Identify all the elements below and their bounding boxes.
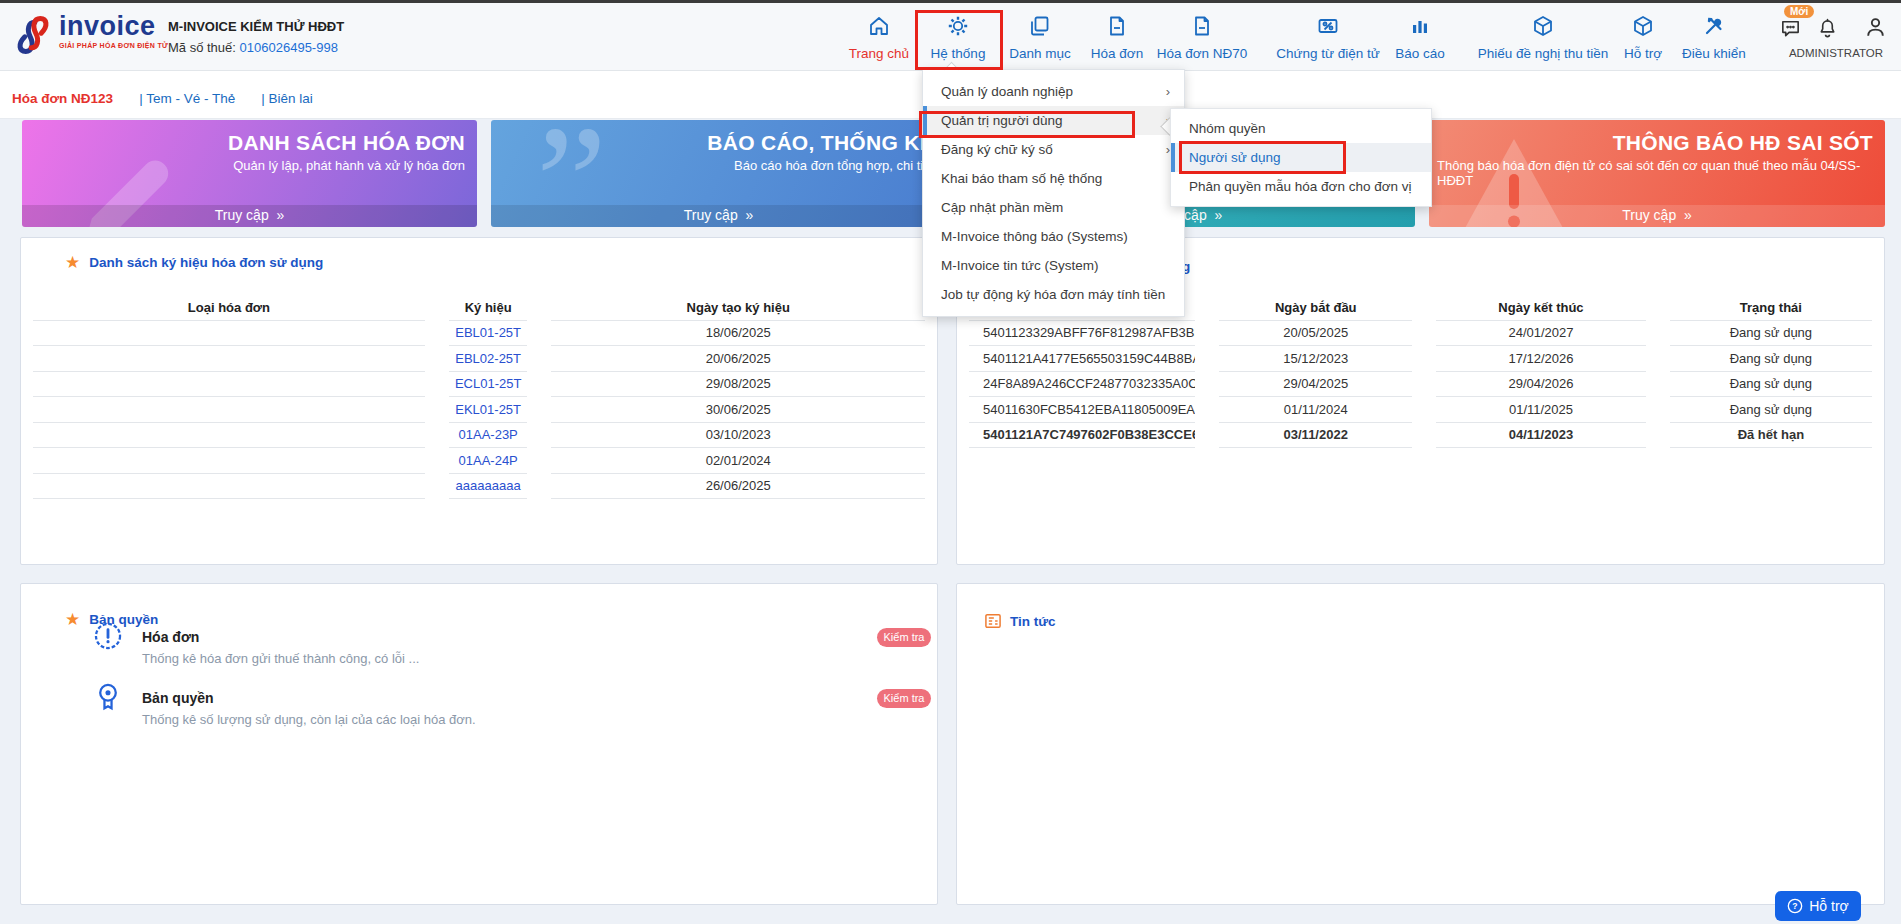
brand-tagline: GIẢI PHÁP HÓA ĐƠN ĐIỆN TỬ: [59, 42, 168, 49]
symbol-link[interactable]: ECL01-25T: [455, 376, 521, 391]
symbol-link[interactable]: 01AA-24P: [459, 453, 518, 468]
logo[interactable]: invoice GIẢI PHÁP HÓA ĐƠN ĐIỆN TỬ: [12, 12, 168, 58]
menu-item-6[interactable]: M-Invoice thông báo (Systems): [923, 222, 1184, 251]
symbol-link[interactable]: EBL01-25T: [455, 325, 521, 340]
banner-cta[interactable]: Truy cập »: [22, 205, 477, 227]
banner-card-1[interactable]: DANH SÁCH HÓA ĐƠNQuản lý lập, phát hành …: [22, 120, 477, 227]
symbol-panel-title: Danh sách ký hiệu hóa đơn sử dụng: [89, 255, 323, 270]
symbol-table-row: EBL01-25T18/06/2025: [21, 321, 937, 347]
symbol-table-row: ECL01-25T29/08/2025: [21, 372, 937, 398]
new-badge: Mới: [1784, 5, 1814, 18]
logo-mark-icon: [12, 12, 54, 58]
breadcrumb-item-3[interactable]: | Biên lai: [261, 91, 313, 106]
table-header-row: Loại hóa đơnKý hiệuNgày tạo ký hiệu: [21, 295, 937, 321]
banner-card-2[interactable]: ”BÁO CÁO, THỐNG KÊBáo cáo hóa đơn tổng h…: [491, 120, 946, 227]
submenu-item-3[interactable]: Phân quyền mẫu hóa đơn cho đơn vị: [1171, 172, 1431, 201]
license-item-desc: Thống kê hóa đơn gửi thuế thành công, có…: [142, 651, 419, 666]
license-item-desc: Thống kê số lượng sử dụng, còn lại của c…: [142, 712, 476, 727]
license-item-title: Hóa đơn: [142, 629, 419, 645]
company-info: M-INVOICE KIỂM THỬ HĐĐT Mã số thuế: 0106…: [168, 19, 344, 55]
certificate-table-row: 5401121A7C7497602F0B38E3CCE6C03/11/20220…: [957, 423, 1884, 449]
question-circle-icon: ?: [1787, 898, 1803, 914]
annotation-box-nguoi-su-dung: [1179, 141, 1346, 174]
tax-line: Mã số thuế: 0106026495-998: [168, 40, 344, 55]
banner-subtitle: Thông báo hóa đơn điện tử có sai sót đến…: [1429, 155, 1885, 188]
certificate-table-row: 54011630FCB5412EBA11805009EA4F01/11/2024…: [957, 397, 1884, 423]
symbol-table-row: aaaaaaaaa26/06/2025: [21, 474, 937, 500]
menu-item-1[interactable]: Quản lý doanh nghiệp›: [923, 77, 1184, 106]
submenu-arrow-icon: ›: [1166, 84, 1170, 99]
chat-icon[interactable]: [1779, 17, 1802, 40]
news-panel: Tin tức: [956, 583, 1885, 905]
symbol-link[interactable]: EBL02-25T: [455, 351, 521, 366]
breadcrumb-item-2[interactable]: | Tem - Vé - Thẻ: [139, 91, 235, 106]
support-button[interactable]: ? Hỗ trợ: [1775, 891, 1861, 921]
symbol-table-row: EBL02-25T20/06/2025: [21, 346, 937, 372]
window-top-strip: [0, 0, 1901, 3]
menu-item-8[interactable]: Job tự động ký hóa đơn máy tính tiền: [923, 280, 1184, 309]
menu-item-7[interactable]: M-Invoice tin tức (System): [923, 251, 1184, 280]
banner-card-4[interactable]: THÔNG BÁO HĐ SAI SÓTThông báo hóa đơn đi…: [1429, 120, 1885, 227]
submenu-item-1[interactable]: Nhóm quyền: [1171, 114, 1431, 143]
menu-item-5[interactable]: Cập nhật phần mềm: [923, 193, 1184, 222]
nav-item-10[interactable]: Điều khiển: [1639, 14, 1789, 61]
banner-cta[interactable]: Truy cập »: [1429, 205, 1885, 227]
news-panel-title: Tin tức: [1010, 614, 1056, 629]
banner-title: DANH SÁCH HÓA ĐƠN: [22, 120, 477, 155]
badge-alert-icon: [91, 619, 125, 653]
license-item-1: Hóa đơn Thống kê hóa đơn gửi thuế thành c…: [91, 619, 419, 666]
tax-code: 0106026495-998: [240, 40, 338, 55]
brand-name: invoice: [59, 12, 168, 40]
certificate-table-row: 5401123329ABFF76F812987AFB3BDD20/05/2025…: [957, 321, 1884, 347]
certificate-table-row: 24F8A89A246CCF24877032335A0CCI29/04/2025…: [957, 372, 1884, 398]
banner-subtitle: Báo cáo hóa đơn tổng hợp, chi tiết: [491, 155, 946, 173]
support-button-label: Hỗ trợ: [1809, 898, 1849, 914]
svg-text:?: ?: [1793, 901, 1798, 911]
menu-item-3[interactable]: Đăng ký chữ ký số›: [923, 135, 1184, 164]
banner-title: BÁO CÁO, THỐNG KÊ: [491, 120, 946, 155]
breadcrumb-item-1[interactable]: Hóa đơn NĐ123: [12, 91, 113, 106]
star-icon: ★: [65, 611, 80, 628]
system-dropdown-menu: Quản lý doanh nghiệp›Quản trị người dùng…: [922, 69, 1185, 317]
license-item-2: Bản quyền Thống kê số lượng sử dụng, còn …: [91, 680, 476, 727]
annotation-box-quan-tri-nguoi-dung: [919, 111, 1135, 138]
symbol-table-row: 01AA-24P02/01/2024: [21, 448, 937, 474]
news-icon: [983, 611, 1003, 631]
company-name: M-INVOICE KIỂM THỬ HĐĐT: [168, 19, 344, 34]
tools-icon: [1639, 14, 1789, 40]
license-item-title: Bản quyền: [142, 690, 476, 706]
menu-item-4[interactable]: Khai báo tham số hệ thống: [923, 164, 1184, 193]
symbol-link[interactable]: 01AA-23P: [459, 427, 518, 442]
license-panel: ★ Bản quyền Hóa đơn Thống kê hóa đơn gửi …: [20, 583, 938, 905]
check-button[interactable]: Kiểm tra: [877, 628, 931, 647]
symbol-table-row: 01AA-23P03/10/2023: [21, 423, 937, 449]
symbol-list-panel: ★ Danh sách ký hiệu hóa đơn sử dụng Loại…: [20, 237, 938, 565]
breadcrumb: Hóa đơn NĐ123 | Tem - Vé - Thẻ | Biên lai: [12, 91, 313, 106]
person-icon[interactable]: [1863, 15, 1888, 40]
check-button[interactable]: Kiểm tra: [877, 689, 931, 708]
annotation-box-he-thong: [915, 10, 1003, 70]
bell-icon[interactable]: [1816, 17, 1839, 40]
symbol-link[interactable]: EKL01-25T: [455, 402, 521, 417]
symbol-table-row: EKL01-25T30/06/2025: [21, 397, 937, 423]
star-icon: ★: [65, 254, 80, 271]
admin-username[interactable]: ADMINISTRATOR: [1781, 47, 1891, 59]
certificate-table-row: 5401121A4177E565503159C44B8BAF15/12/2023…: [957, 346, 1884, 372]
banner-cta[interactable]: Truy cập »: [491, 205, 946, 227]
symbol-link[interactable]: aaaaaaaaa: [456, 478, 521, 493]
banner-title: THÔNG BÁO HĐ SAI SÓT: [1429, 120, 1885, 155]
banner-subtitle: Quản lý lập, phát hành và xử lý hóa đơn: [22, 155, 477, 173]
medal-icon: [91, 680, 125, 714]
